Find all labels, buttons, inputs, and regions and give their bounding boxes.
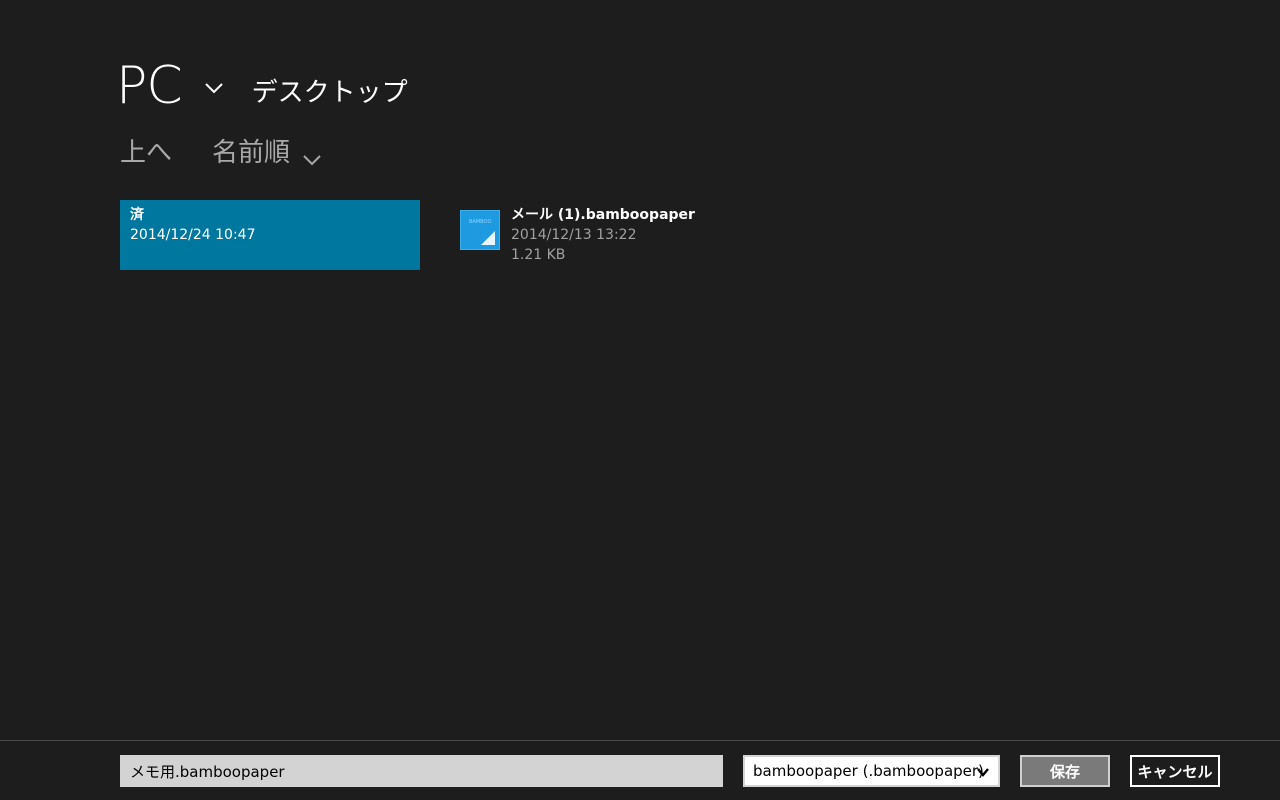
save-bar: bamboopaper (.bamboopaper) 保存 キャンセル — [0, 740, 1280, 800]
bamboo-paper-file-icon: BAMBOO — [460, 210, 500, 250]
save-button[interactable]: 保存 — [1020, 755, 1110, 787]
file-meta: メール (1).bamboopaper 2014/12/13 13:22 1.2… — [511, 200, 695, 270]
file-item[interactable]: BAMBOO メール (1).bamboopaper 2014/12/13 13… — [460, 200, 760, 270]
chevron-down-icon[interactable] — [204, 78, 224, 98]
file-name: メール (1).bamboopaper — [511, 207, 695, 223]
file-size: 1.21 KB — [511, 247, 566, 263]
file-date: 2014/12/13 13:22 — [511, 227, 637, 243]
folder-name: 済 — [130, 207, 144, 223]
go-up-button[interactable]: 上へ — [120, 132, 172, 169]
folder-item[interactable]: 済 2014/12/24 10:47 — [120, 200, 420, 270]
sort-dropdown[interactable]: 名前順 — [212, 132, 322, 169]
file-type-label: bamboopaper (.bamboopaper) — [753, 762, 984, 780]
chevron-down-icon — [302, 144, 322, 165]
chevron-down-icon — [976, 765, 990, 779]
cancel-button[interactable]: キャンセル — [1130, 755, 1220, 787]
location-header: PC デスクトップ — [116, 52, 408, 112]
file-save-picker: PC デスクトップ 上へ 名前順 済 2014/12/24 10:47 BAMB… — [0, 0, 1280, 800]
command-bar: 上へ 名前順 — [120, 132, 322, 169]
folder-date: 2014/12/24 10:47 — [130, 227, 256, 243]
location-root[interactable]: PC — [116, 60, 183, 112]
filename-input[interactable] — [120, 755, 723, 787]
sort-label: 名前順 — [212, 138, 291, 168]
file-type-select[interactable]: bamboopaper (.bamboopaper) — [743, 755, 1000, 787]
current-folder-name: デスクトップ — [251, 78, 408, 108]
